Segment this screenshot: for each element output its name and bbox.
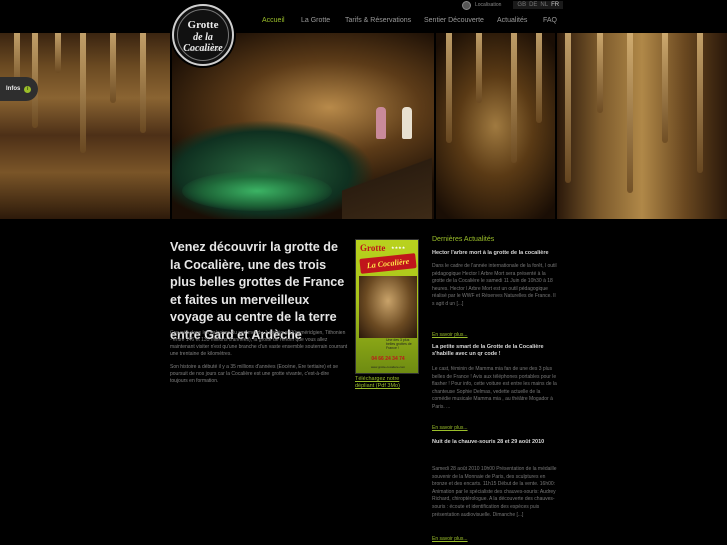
brochure-caption: Une des 3 plus belles grottes de France …	[386, 338, 412, 350]
news-item-body: Samedi 28 août 2010 10h00 Présentation d…	[432, 466, 557, 518]
main-nav: Accueil La Grotte Tarifs & Réservations …	[262, 17, 563, 24]
news-item-body: Dans le cadre de l'année internationale …	[432, 263, 557, 307]
banner-photo-1	[0, 33, 170, 219]
location-link[interactable]: Localisation	[475, 2, 501, 8]
stalactite	[627, 33, 633, 193]
stalactite	[140, 33, 146, 133]
nav-la-grotte[interactable]: La Grotte	[301, 17, 345, 24]
nav-actualites[interactable]: Actualités	[497, 17, 543, 24]
banner-photo-4	[557, 33, 727, 219]
brochure-subtitle: La Cocalière	[359, 253, 417, 274]
stalactite	[662, 33, 668, 143]
stalactite	[110, 33, 116, 103]
site-header: Localisation GB DE NL FR Accueil La Grot…	[0, 0, 727, 32]
lang-de[interactable]: DE	[529, 2, 537, 8]
news-item-headline[interactable]: Nuit de la chauve-souris 28 et 29 août 2…	[432, 439, 557, 446]
stalactite	[476, 33, 482, 103]
logo-tagline: Gard · Cévennes	[187, 47, 219, 52]
logo-title: Grotte	[187, 19, 219, 31]
info-icon: i	[24, 85, 32, 93]
brochure-thumbnail[interactable]: Grotte ★★★★ La Cocalière Une des 3 plus …	[355, 239, 419, 374]
stalactite	[697, 33, 703, 173]
visitor-figure	[376, 107, 386, 139]
nav-sentier-decouverte[interactable]: Sentier Découverte	[424, 17, 497, 24]
lang-fr[interactable]: FR	[551, 2, 559, 8]
nav-accueil[interactable]: Accueil	[262, 17, 301, 24]
visitor-figure	[402, 107, 412, 139]
cave-walkway	[342, 149, 432, 219]
nav-faq[interactable]: FAQ	[543, 17, 563, 24]
site-logo[interactable]: Grotte de la Cocalière Gard · Cévennes	[172, 4, 234, 66]
news-read-more-3[interactable]: En savoir plus...	[432, 536, 557, 542]
lang-gb[interactable]: GB	[517, 2, 526, 8]
cave-pool	[182, 171, 332, 211]
intro-heading: Venez découvrir la grotte de la Cocalièr…	[170, 240, 345, 342]
news-item-headline[interactable]: La petite smart de la Grotte de la Cocal…	[432, 344, 557, 360]
stalactite	[55, 33, 61, 73]
stalactite	[511, 33, 517, 163]
stalactite	[80, 33, 86, 153]
news-title: Dernières Actualités	[432, 236, 495, 243]
brochure-title: Grotte	[360, 243, 386, 253]
location-icon[interactable]	[462, 0, 471, 10]
stalactite	[446, 33, 452, 143]
top-utility-bar: Localisation GB DE NL FR	[462, 0, 564, 10]
intro-paragraph-2: Son histoire a débuté il y a 35 millions…	[170, 364, 338, 384]
intro-paragraph-1: Creusée dans les calcaires du sommet du …	[170, 330, 348, 357]
news-column: Dernières Actualités Hector l'arbre mort…	[432, 236, 557, 542]
news-item-headline[interactable]: Hector l'arbre mort à la grotte de la co…	[432, 250, 557, 257]
news-item-body: Le cast, féminin de Mamma mia fan de une…	[432, 366, 557, 410]
brochure-photo	[359, 276, 417, 338]
infos-label: Infos	[6, 86, 21, 92]
brochure-stars: ★★★★	[391, 245, 406, 250]
stalactite	[565, 33, 571, 183]
banner-photo-3	[436, 33, 555, 219]
stalactite	[597, 33, 603, 113]
infos-tab[interactable]: Infos i	[0, 77, 38, 101]
cave-photo-banner	[0, 33, 727, 219]
nav-tarifs-reservations[interactable]: Tarifs & Réservations	[345, 17, 424, 24]
brochure-download-link[interactable]: Téléchargez notre dépliant (Pdf 3Mo)	[355, 376, 419, 390]
brochure-website: www.grotte-cocaliere.com	[370, 365, 406, 369]
stalactite	[536, 33, 542, 123]
brochure-phone: 04 66 24 34 74	[371, 356, 405, 362]
language-switcher: GB DE NL FR	[513, 1, 564, 9]
lang-nl[interactable]: NL	[540, 2, 548, 8]
